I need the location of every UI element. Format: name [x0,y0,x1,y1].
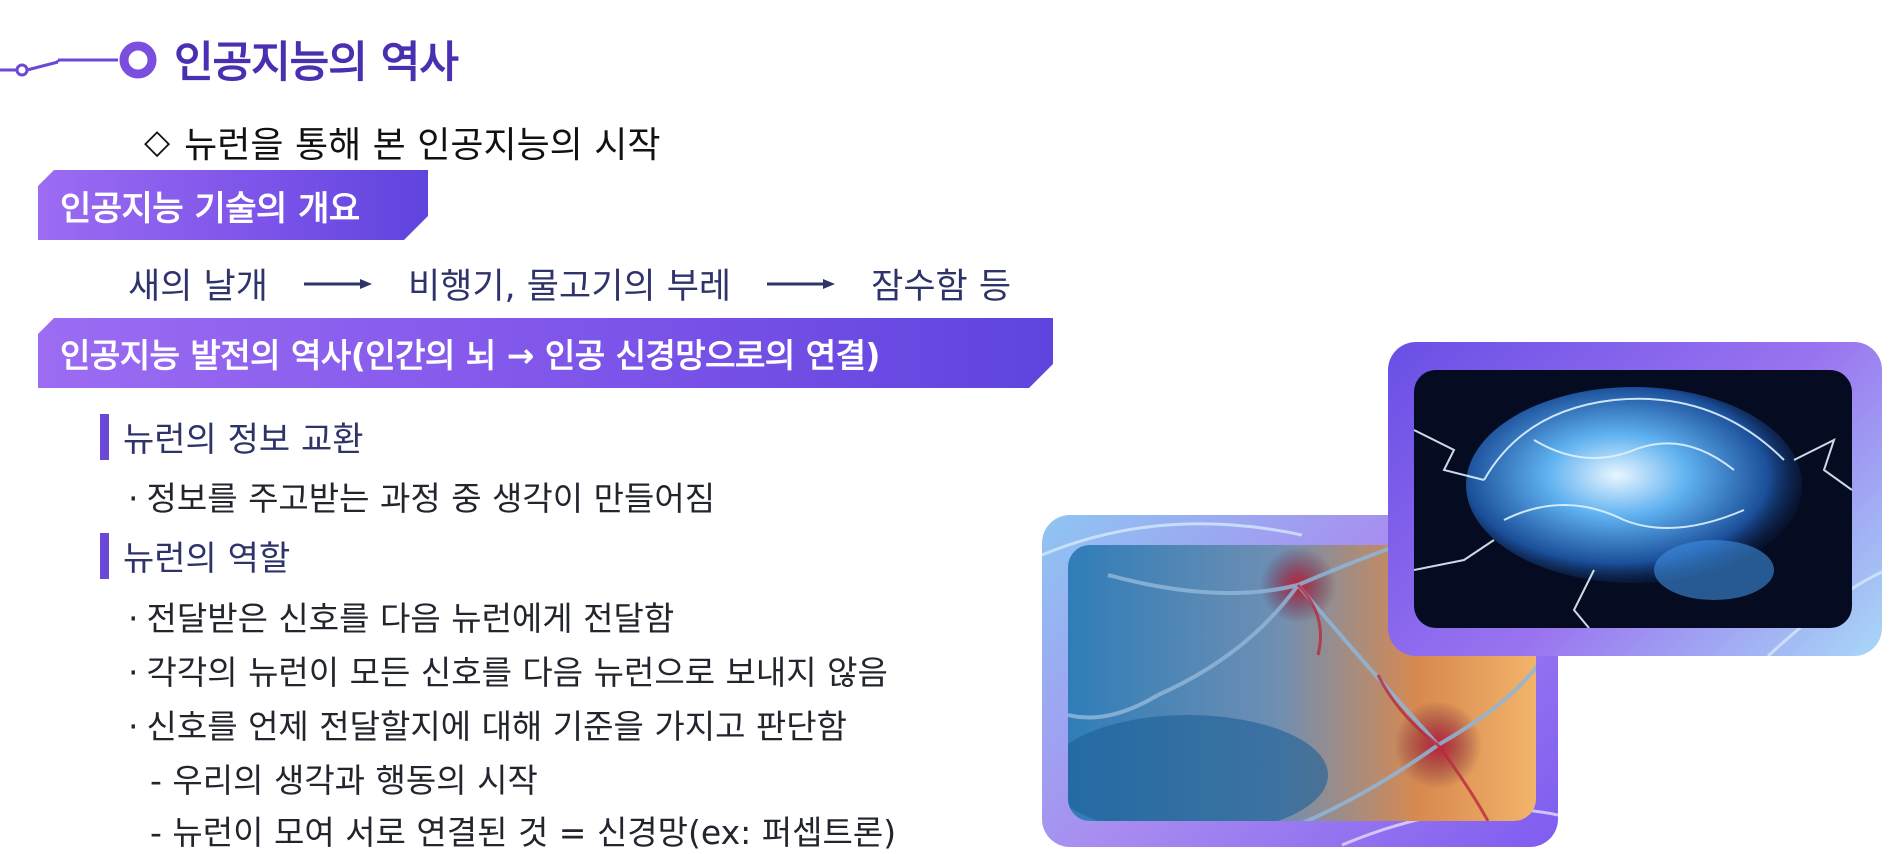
accent-bar [100,413,109,460]
sub-list-item: - 뉴런이 모여 서로 연결된 것 = 신경망(ex: 퍼셉트론) [150,813,897,852]
bullet-icon: · [128,479,139,518]
section-heading-text: 뉴런의 정보 교환 [123,420,364,460]
section-heading-neuron-role: 뉴런의 역할 [100,531,290,580]
list-item: · 전달받은 신호를 다음 뉴런에게 전달함 [128,599,675,638]
flow-step-1: 새의 날개 [128,267,268,307]
analogy-flow: 새의 날개 비행기, 물고기의 부레 잠수함 등 [128,258,1011,309]
brain-image-frame [1388,342,1882,656]
diamond-outline-icon: ◇ [144,122,171,162]
list-item: · 각각의 뉴런이 모든 신호를 다음 뉴런으로 보내지 않음 [128,653,888,692]
section-heading-text: 뉴런의 역할 [123,539,291,579]
accent-bar [100,532,109,579]
page-title: 인공지능의 역사 [174,38,459,88]
brain-image [1414,370,1852,628]
subtitle: ◇ 뉴런을 통해 본 인공지능의 시작 [144,116,661,168]
arrow-right-icon [767,278,836,289]
flow-step-3: 잠수함 등 [871,267,1012,307]
list-item: · 정보를 주고받는 과정 중 생각이 만들어짐 [128,479,716,518]
flow-step-2: 비행기, 물고기의 부레 [407,267,732,307]
bullet-icon: · [128,653,139,692]
header-circuit-decoration [0,41,157,79]
bullet-icon: · [128,707,139,746]
subtitle-text: 뉴런을 통해 본 인공지능의 시작 [184,125,661,166]
overview-banner: 인공지능 기술의 개요 [38,170,428,240]
sub-list-item: - 우리의 생각과 행동의 시작 [150,761,538,800]
list-item: · 신호를 언제 전달할지에 대해 기준을 가지고 판단함 [128,707,847,746]
history-banner: 인공지능 발전의 역사(인간의 뇌 → 인공 신경망으로의 연결) [38,318,1053,388]
section-heading-info-exchange: 뉴런의 정보 교환 [100,412,364,461]
bullet-icon: · [128,599,139,638]
arrow-right-icon [303,278,372,289]
